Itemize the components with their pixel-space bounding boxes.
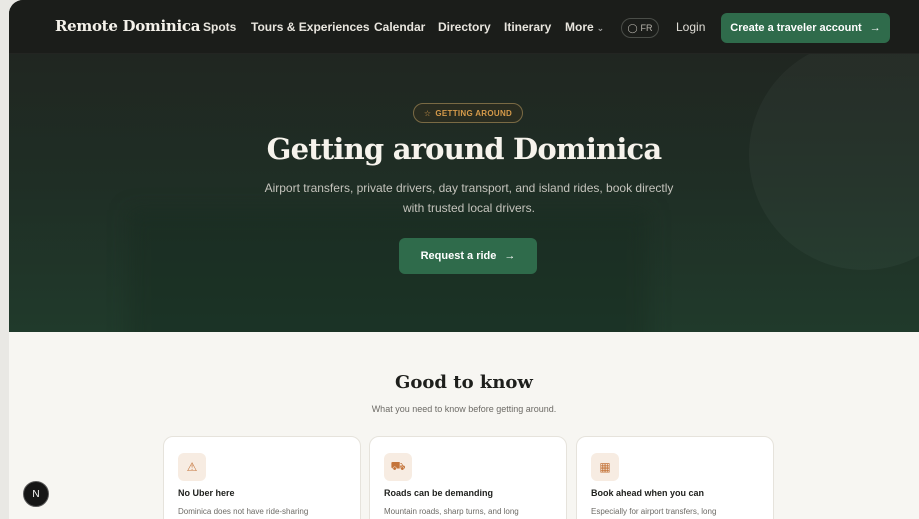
request-ride-button[interactable]: Request a ride →: [399, 238, 537, 274]
card-text: Mountain roads, sharp turns, and long: [384, 507, 519, 516]
section-pill: ☆ GETTING AROUND: [413, 103, 523, 123]
star-icon: ☆: [423, 108, 432, 118]
nav-link-itinerary[interactable]: Itinerary: [504, 20, 551, 34]
calendar-icon: ▦: [591, 453, 619, 481]
nav-link-spots[interactable]: Spots: [203, 20, 236, 34]
hero-decoration: [129, 210, 649, 332]
hero-subtitle: Airport transfers, private drivers, day …: [264, 181, 674, 215]
login-link[interactable]: Login: [676, 20, 705, 34]
card-title: Book ahead when you can: [591, 488, 705, 498]
card-title: No Uber here: [178, 488, 235, 498]
nav-more-menu[interactable]: More ⌄: [565, 20, 604, 34]
language-label: FR: [640, 23, 653, 33]
arrow-right-icon: →: [869, 22, 881, 34]
info-card: ⛟ Roads can be demanding Mountain roads,…: [369, 436, 567, 519]
card-title: Roads can be demanding: [384, 488, 494, 498]
arrow-right-icon: →: [504, 250, 516, 262]
request-ride-label: Request a ride: [420, 250, 497, 262]
chevron-down-icon: ⌄: [596, 23, 605, 33]
warning-icon: ⚠: [178, 453, 206, 481]
nav-link-directory[interactable]: Directory: [438, 20, 491, 34]
hero-title: Getting around Dominica: [266, 132, 663, 166]
nav-link-calendar[interactable]: Calendar: [374, 20, 425, 34]
card-text: Dominica does not have ride-sharing: [178, 507, 309, 516]
good-to-know-subtitle: What you need to know before getting aro…: [371, 404, 557, 414]
create-account-button[interactable]: Create a traveler account →: [721, 13, 890, 43]
card-text: Especially for airport transfers, long: [591, 507, 717, 516]
nav-link-tours[interactable]: Tours & Experiences: [251, 20, 370, 34]
globe-icon: ◯: [627, 22, 638, 33]
language-switch[interactable]: ◯ FR: [621, 18, 659, 38]
top-nav: Remote Dominica Spots Tours & Experience…: [9, 0, 919, 54]
dev-badge[interactable]: N: [23, 481, 49, 507]
car-icon: ⛟: [384, 453, 412, 481]
hero-section: Remote Dominica Spots Tours & Experience…: [9, 0, 919, 332]
nav-more-label: More: [565, 20, 594, 34]
pill-label: GETTING AROUND: [435, 108, 513, 118]
create-account-label: Create a traveler account: [730, 22, 862, 34]
brand-logo[interactable]: Remote Dominica: [55, 17, 200, 35]
info-card: ▦ Book ahead when you can Especially for…: [576, 436, 774, 519]
good-to-know-title: Good to know: [395, 372, 533, 393]
page-frame: Remote Dominica Spots Tours & Experience…: [9, 0, 919, 519]
info-card: ⚠ No Uber here Dominica does not have ri…: [163, 436, 361, 519]
